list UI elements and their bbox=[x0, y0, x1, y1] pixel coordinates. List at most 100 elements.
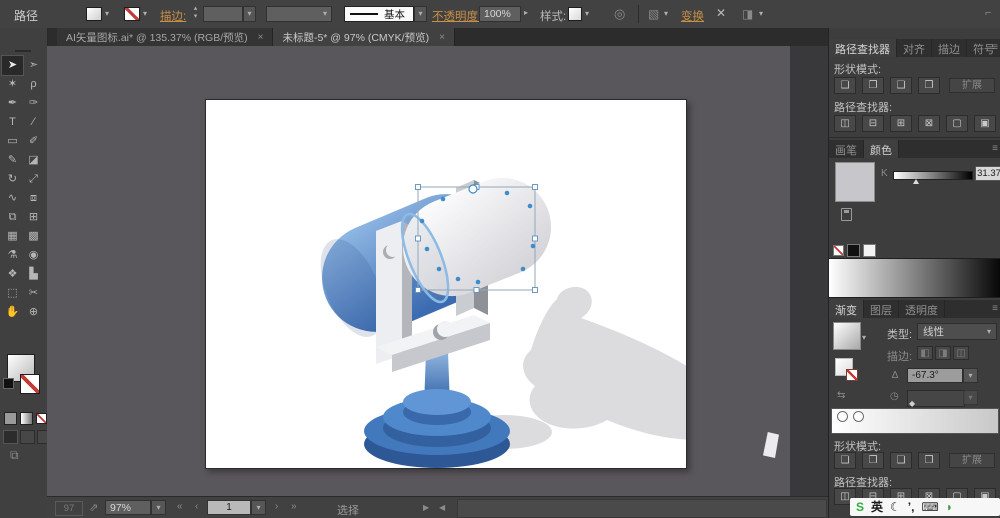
opacity-field[interactable]: 100% bbox=[479, 6, 521, 22]
expand-button[interactable]: 扩展 bbox=[949, 78, 995, 93]
last-artboard-icon[interactable]: » bbox=[291, 501, 297, 512]
panel-menu-icon[interactable]: ≡ bbox=[992, 143, 998, 154]
scroll-left-icon[interactable]: ◀ bbox=[439, 503, 445, 512]
gradient-stop-1[interactable] bbox=[837, 411, 848, 422]
document-tab-2[interactable]: 未标题-5* @ 97% (CMYK/预览) × bbox=[273, 28, 455, 46]
magic-wand-tool[interactable]: ✶ bbox=[2, 75, 23, 94]
step-down-icon[interactable]: ▾ bbox=[190, 13, 201, 21]
unite-icon[interactable]: ❏ bbox=[834, 77, 856, 94]
zoom-tool[interactable]: ⊕ bbox=[23, 303, 44, 322]
intersect-icon[interactable]: ❑ bbox=[890, 77, 912, 94]
draw-behind-button[interactable] bbox=[20, 430, 35, 444]
chevron-down-icon[interactable]: ▾ bbox=[585, 10, 589, 18]
paintbrush-tool[interactable]: ✐ bbox=[23, 132, 44, 151]
type-tool[interactable]: T bbox=[2, 113, 23, 132]
recolor-artwork-icon[interactable]: ◎ bbox=[614, 6, 625, 22]
select-similar-icon[interactable]: ▧ bbox=[648, 7, 659, 21]
scale-tool[interactable]: ⤢ bbox=[23, 170, 44, 189]
none-mode-button[interactable] bbox=[36, 413, 47, 424]
intersect-icon[interactable]: ❑ bbox=[890, 452, 912, 469]
selection-tool[interactable]: ➤ bbox=[1, 55, 24, 76]
stroke-across-icon[interactable]: ◫ bbox=[953, 346, 969, 360]
next-artboard-icon[interactable]: › bbox=[275, 501, 278, 512]
shape-builder-tool[interactable]: ⧉ bbox=[2, 208, 23, 227]
crop-icon[interactable]: ⊠ bbox=[918, 115, 940, 132]
arrange-icon[interactable]: ◨ bbox=[742, 7, 753, 21]
blend-tool[interactable]: ❖ bbox=[2, 265, 23, 284]
mesh-tool[interactable]: ▦ bbox=[2, 227, 23, 246]
opacity-panel-link[interactable]: 不透明度: bbox=[432, 8, 481, 24]
stroke-proxy-swatch[interactable] bbox=[20, 374, 40, 394]
artboard-number-caret[interactable]: ▾ bbox=[251, 500, 266, 515]
gradient-type-dropdown[interactable]: 线性 ▾ bbox=[917, 323, 997, 340]
sogou-logo-icon[interactable]: S bbox=[856, 498, 864, 516]
tab-stroke[interactable]: 描边 bbox=[932, 39, 967, 57]
width-tool[interactable]: ∿ bbox=[2, 189, 23, 208]
reverse-gradient-icon[interactable]: ⇆ bbox=[837, 390, 845, 401]
draw-normal-button[interactable] bbox=[3, 430, 18, 444]
color-mode-button[interactable] bbox=[4, 412, 17, 425]
gradient-stop-2[interactable] bbox=[853, 411, 864, 422]
close-icon[interactable]: × bbox=[439, 32, 445, 43]
first-artboard-icon[interactable]: « bbox=[177, 501, 183, 512]
stroke-width-dropdown[interactable]: ▾ bbox=[243, 6, 256, 22]
lasso-tool[interactable]: ρ bbox=[23, 75, 44, 94]
exclude-icon[interactable]: ❒ bbox=[918, 452, 940, 469]
none-swatch[interactable] bbox=[833, 245, 844, 256]
graphic-style-swatch[interactable] bbox=[568, 7, 582, 21]
transform-panel-link[interactable]: 变换 bbox=[681, 8, 704, 24]
outline-icon[interactable]: ▢ bbox=[946, 115, 968, 132]
pen-tool[interactable]: ✒ bbox=[2, 94, 23, 113]
eraser-tool[interactable]: ◪ bbox=[23, 151, 44, 170]
transform-handles-icon[interactable]: ✕ bbox=[716, 6, 726, 20]
english-mode-icon[interactable]: 英 bbox=[871, 498, 883, 516]
graph-tool[interactable]: ▙ bbox=[23, 265, 44, 284]
canvas-pasteboard[interactable] bbox=[47, 46, 790, 496]
tab-brushes[interactable]: 画笔 bbox=[829, 140, 864, 158]
default-fill-stroke-icon[interactable] bbox=[3, 378, 14, 389]
lamp-base[interactable] bbox=[364, 389, 510, 468]
line-segment-tool[interactable]: ∕ bbox=[23, 113, 44, 132]
chevron-down-icon[interactable]: ▾ bbox=[759, 10, 763, 18]
horizontal-scrollbar[interactable] bbox=[457, 499, 827, 518]
eyedropper-tool[interactable]: ⚗ bbox=[2, 246, 23, 265]
panel-menu-icon[interactable]: ≡ bbox=[992, 303, 998, 314]
prev-artboard-icon[interactable]: ‹ bbox=[195, 501, 198, 512]
tab-align[interactable]: 对齐 bbox=[897, 39, 932, 57]
stroke-along-icon[interactable]: ◨ bbox=[935, 346, 951, 360]
fill-color-swatch[interactable] bbox=[86, 7, 102, 21]
chevron-down-icon[interactable]: ▾ bbox=[105, 10, 109, 18]
stroke-width-stepper[interactable]: ▴ ▾ bbox=[190, 5, 201, 23]
artboard-number-field[interactable]: 1 bbox=[207, 500, 251, 515]
gradient-angle-caret[interactable]: ▾ bbox=[963, 368, 978, 383]
unite-icon[interactable]: ❏ bbox=[834, 452, 856, 469]
stroke-panel-link[interactable]: 描边: bbox=[160, 8, 186, 24]
minus-front-icon[interactable]: ❐ bbox=[862, 77, 884, 94]
tab-gradient[interactable]: 渐变 bbox=[829, 300, 864, 318]
stroke-style-dropdown[interactable]: 基本 bbox=[344, 6, 414, 22]
gradient-mode-button[interactable] bbox=[20, 412, 33, 425]
trim-icon[interactable]: ⊟ bbox=[862, 115, 884, 132]
stroke-style-caret[interactable]: ▾ bbox=[414, 6, 427, 22]
slice-tool[interactable]: ✂ bbox=[23, 284, 44, 303]
tab-pathfinder[interactable]: 路径查找器 bbox=[829, 39, 897, 57]
cast-shadow-shape[interactable] bbox=[523, 286, 740, 440]
expand-button-2[interactable]: 扩展 bbox=[949, 453, 995, 468]
chevron-down-icon[interactable]: ▾ bbox=[862, 334, 866, 342]
k-value-field[interactable]: 31.37 bbox=[975, 166, 1000, 181]
pencil-tool[interactable]: ✎ bbox=[2, 151, 23, 170]
moon-icon[interactable]: ☾ bbox=[890, 498, 901, 516]
exclude-icon[interactable]: ❒ bbox=[918, 77, 940, 94]
black-swatch[interactable] bbox=[847, 244, 860, 257]
screen-mode-icon[interactable]: ⧉ bbox=[10, 448, 19, 463]
close-icon[interactable]: × bbox=[258, 32, 264, 43]
gradient-angle-field[interactable]: -67.3° bbox=[907, 368, 963, 383]
punctuation-icon[interactable]: ’, bbox=[908, 498, 915, 516]
k-slider-handle[interactable] bbox=[913, 179, 919, 184]
rotate-tool[interactable]: ↻ bbox=[2, 170, 23, 189]
tab-color[interactable]: 颜色 bbox=[864, 140, 899, 158]
document-tab-1[interactable]: AI矢量图标.ai* @ 135.37% (RGB/预览) × bbox=[57, 28, 274, 46]
symbol-sprayer-tool[interactable]: ◉ bbox=[23, 246, 44, 265]
curvature-tool[interactable]: ✑ bbox=[23, 94, 44, 113]
panel-drag-handle[interactable] bbox=[15, 50, 31, 52]
